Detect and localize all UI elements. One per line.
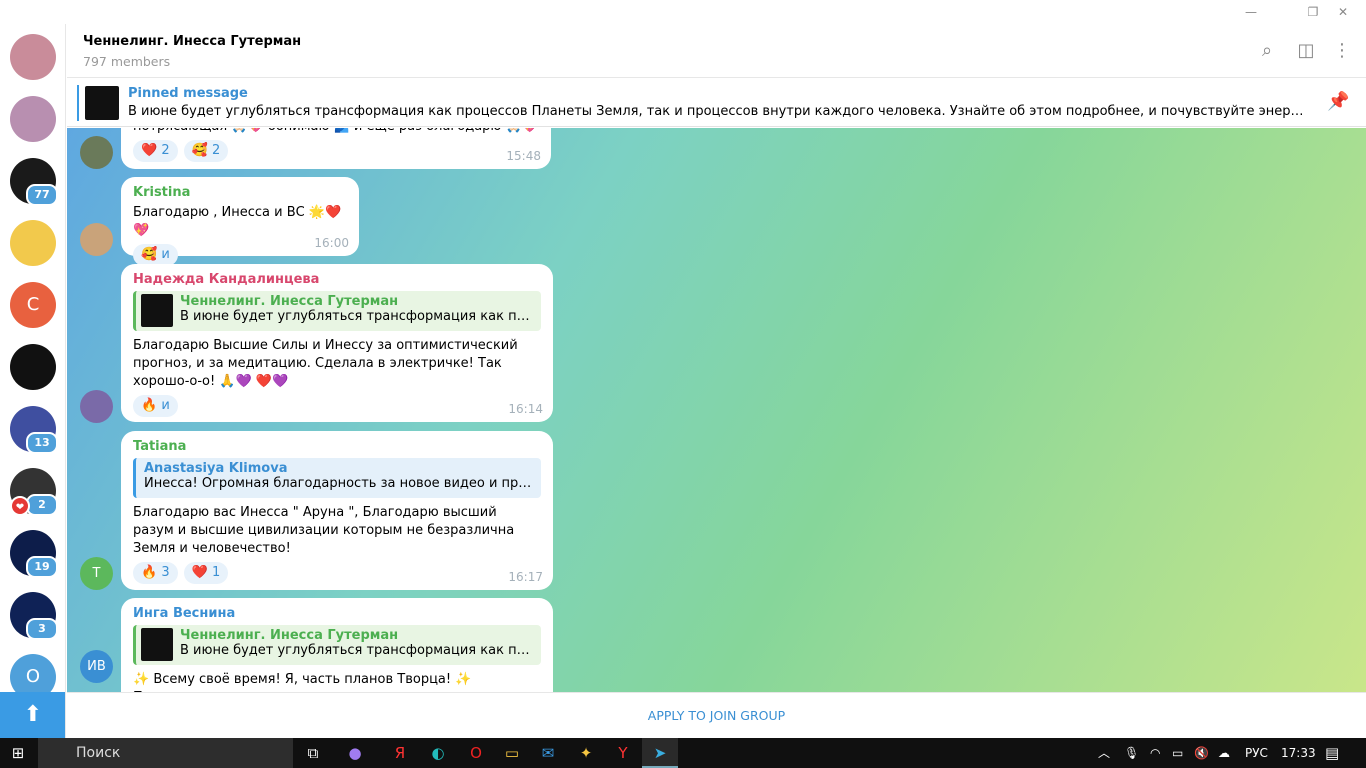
message-author[interactable]: Инга Веснина bbox=[133, 606, 541, 621]
search-icon[interactable]: ⌕ bbox=[1256, 40, 1278, 62]
message-text: Благодарю , Инесса и ВС 🌟❤️💖 bbox=[133, 205, 342, 238]
message: Инга Веснина Ченнелинг. Инесса Гутерман … bbox=[121, 598, 553, 692]
reaction[interactable]: 🔥 3 bbox=[133, 562, 178, 584]
language-indicator[interactable]: РУС bbox=[1245, 738, 1268, 768]
app-icon[interactable]: ✦ bbox=[568, 738, 604, 768]
pinned-message-bar[interactable]: Pinned message В июне будет углубляться … bbox=[67, 79, 1366, 127]
sidebar-toggle-icon[interactable]: ◫ bbox=[1295, 40, 1317, 62]
unread-badge: 77 bbox=[26, 184, 58, 206]
battery-icon[interactable]: ▭ bbox=[1172, 738, 1183, 768]
reply-thumbnail bbox=[141, 294, 173, 327]
chat-avatar[interactable]: 77 bbox=[10, 158, 58, 206]
message: Kristina Благодарю , Инесса и ВС 🌟❤️💖 🥰 … bbox=[121, 177, 359, 266]
pinned-thumbnail bbox=[85, 86, 119, 120]
chat-avatar[interactable] bbox=[10, 34, 56, 80]
chat-avatar[interactable]: 13 bbox=[10, 406, 58, 454]
message-time: 16:17 bbox=[508, 570, 543, 584]
search-placeholder: Поиск bbox=[76, 745, 121, 761]
yandex-browser-icon[interactable]: Y bbox=[605, 738, 641, 768]
more-vertical-icon[interactable]: ⋮ bbox=[1331, 40, 1353, 62]
opera-icon[interactable]: O bbox=[458, 738, 494, 768]
message-text: потрясающая 🙏🏻💖 обнимаю 🫂 и еще раз благ… bbox=[133, 128, 539, 136]
avatar[interactable]: ИВ bbox=[80, 650, 113, 683]
volume-muted-icon[interactable]: 🔇 bbox=[1194, 738, 1209, 768]
chat-avatar[interactable] bbox=[10, 344, 56, 390]
chat-avatar[interactable]: 19 bbox=[10, 530, 58, 578]
reply-text: В июне будет углубляться трансформация к… bbox=[180, 309, 533, 324]
windows-start-icon[interactable]: ⊞ bbox=[0, 738, 36, 768]
unread-badge: 19 bbox=[26, 556, 58, 578]
avatar[interactable]: T bbox=[80, 557, 113, 590]
reaction[interactable]: 🔥 и bbox=[133, 395, 178, 417]
microphone-icon[interactable]: 🎙 bbox=[1124, 738, 1139, 768]
message-text: Благодарю вас Инесса " Аруна ", Благодар… bbox=[133, 505, 515, 556]
message-author[interactable]: Tatiana bbox=[133, 439, 541, 454]
unread-badge: 13 bbox=[26, 432, 58, 454]
reply-author: Ченнелинг. Инесса Гутерман bbox=[180, 628, 399, 643]
message-author[interactable]: Надежда Кандалинцева bbox=[133, 272, 541, 287]
message-time: 16:00 bbox=[314, 236, 349, 250]
heart-icon: ❤ bbox=[10, 496, 30, 516]
pin-list-icon[interactable]: 📌 bbox=[1327, 91, 1349, 113]
reply-quote[interactable]: Anastasiya Klimova Инесса! Огромная благ… bbox=[133, 458, 541, 498]
taskbar-search[interactable]: Поиск bbox=[38, 738, 293, 768]
message-text: Благодарю Высшие Силы и Инессу за оптими… bbox=[133, 338, 518, 389]
reply-author: Ченнелинг. Инесса Гутерман bbox=[180, 294, 399, 309]
chat-avatar[interactable]: C bbox=[10, 282, 56, 328]
avatar[interactable] bbox=[80, 136, 113, 169]
reaction[interactable]: 🥰 и bbox=[133, 244, 178, 266]
title-bar: — ❐ ✕ bbox=[0, 0, 1366, 24]
wifi-icon[interactable]: ◠ bbox=[1150, 738, 1160, 768]
yandex-icon[interactable]: Я bbox=[382, 738, 418, 768]
tray-chevron-icon[interactable]: ︿ bbox=[1098, 738, 1110, 768]
chat-title[interactable]: Ченнелинг. Инесса Гутерман bbox=[83, 34, 301, 49]
avatar[interactable] bbox=[80, 223, 113, 256]
chat-avatar[interactable] bbox=[10, 220, 56, 266]
reply-thumbnail bbox=[141, 628, 173, 661]
unread-badge: 2 bbox=[26, 494, 58, 516]
reply-quote[interactable]: Ченнелинг. Инесса Гутерман В июне будет … bbox=[133, 291, 541, 331]
message: потрясающая 🙏🏻💖 обнимаю 🫂 и еще раз благ… bbox=[121, 128, 551, 169]
close-button[interactable]: ✕ bbox=[1320, 0, 1366, 24]
scroll-up-button[interactable]: ⬆ bbox=[0, 692, 65, 738]
reply-text: Инесса! Огромная благодарность за новое … bbox=[144, 476, 533, 491]
clock[interactable]: 17:33 bbox=[1281, 738, 1316, 768]
message-area: потрясающая 🙏🏻💖 обнимаю 🫂 и еще раз благ… bbox=[67, 128, 1366, 692]
minimize-button[interactable]: — bbox=[1228, 0, 1274, 24]
reply-author: Anastasiya Klimova bbox=[144, 461, 288, 476]
unread-badge: 3 bbox=[26, 618, 58, 640]
message-text: ✨ Всему своё время! Я, часть планов Твор… bbox=[133, 672, 472, 692]
apply-to-join-button[interactable]: APPLY TO JOIN GROUP bbox=[648, 708, 785, 723]
chat-avatar[interactable] bbox=[10, 96, 56, 142]
reaction[interactable]: ❤️ 1 bbox=[183, 562, 229, 584]
join-group-bar: APPLY TO JOIN GROUP bbox=[67, 692, 1366, 738]
message: Tatiana Anastasiya Klimova Инесса! Огром… bbox=[121, 431, 553, 590]
reaction[interactable]: 🥰 2 bbox=[183, 140, 229, 162]
chat-avatar[interactable]: 2 ❤ bbox=[10, 468, 58, 516]
message-author[interactable]: Kristina bbox=[133, 185, 347, 200]
alice-icon[interactable]: ● bbox=[337, 738, 373, 768]
pinned-indicator bbox=[77, 85, 79, 121]
avatar[interactable] bbox=[80, 390, 113, 423]
message: Надежда Кандалинцева Ченнелинг. Инесса Г… bbox=[121, 264, 553, 422]
reply-text: В июне будет углубляться трансформация к… bbox=[180, 643, 533, 658]
notifications-icon[interactable]: ▤ bbox=[1325, 738, 1339, 768]
pinned-text: В июне будет углубляться трансформация к… bbox=[128, 104, 1308, 119]
explorer-icon[interactable]: ▭ bbox=[494, 738, 530, 768]
cloud-error-icon[interactable]: ☁ bbox=[1218, 738, 1230, 768]
reaction[interactable]: ❤️ 2 bbox=[133, 140, 178, 162]
message-time: 15:48 bbox=[506, 149, 541, 163]
chat-header: Ченнелинг. Инесса Гутерман 797 members ⌕… bbox=[67, 24, 1366, 78]
telegram-icon[interactable]: ➤ bbox=[642, 738, 678, 768]
chat-avatar[interactable]: 3 bbox=[10, 592, 58, 640]
task-view-icon[interactable]: ⧉ bbox=[295, 738, 331, 768]
message-time: 16:14 bbox=[508, 402, 543, 416]
reply-quote[interactable]: Ченнелинг. Инесса Гутерман В июне будет … bbox=[133, 625, 541, 665]
edge-icon[interactable]: ◐ bbox=[420, 738, 456, 768]
member-count: 797 members bbox=[83, 54, 171, 69]
chat-list-sidebar: 77 C 13 2 ❤ 19 3 O ⬆ bbox=[0, 24, 66, 738]
mail-icon[interactable]: ✉ bbox=[530, 738, 566, 768]
taskbar: ⊞ Поиск ⧉ ● Я ◐ O ▭ ✉ ✦ Y ➤ ︿ 🎙 ◠ ▭ 🔇 ☁ … bbox=[0, 738, 1366, 768]
pinned-title: Pinned message bbox=[128, 86, 248, 101]
